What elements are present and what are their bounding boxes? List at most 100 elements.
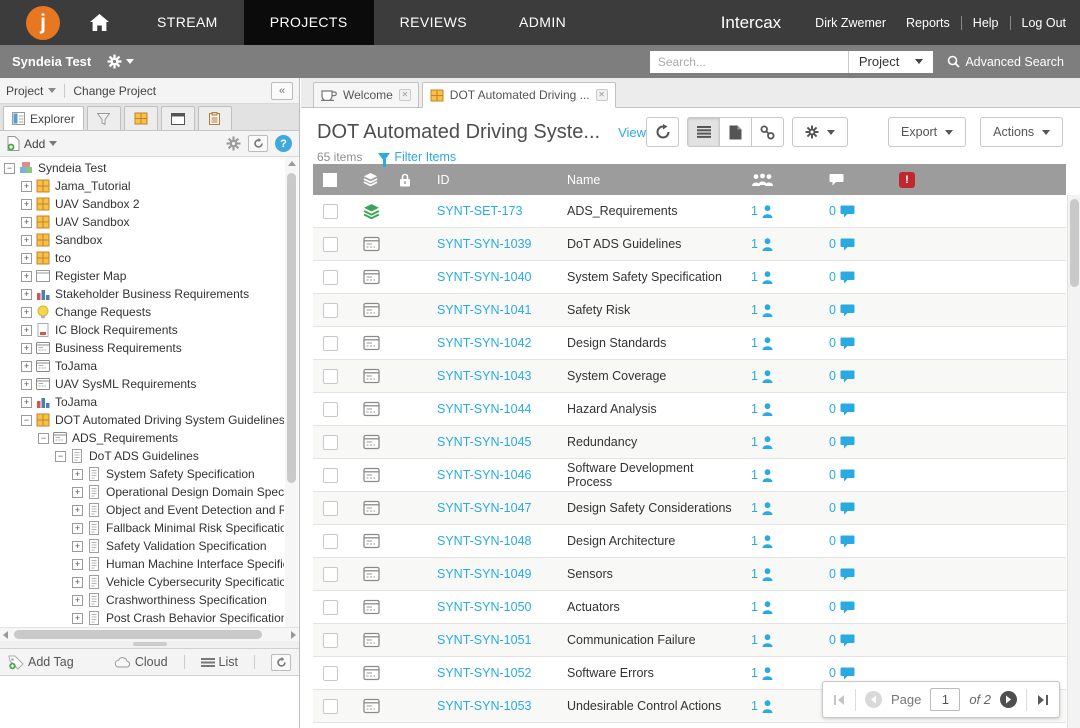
expand-toggle-icon[interactable]: +: [21, 307, 32, 318]
list-view-button[interactable]: List: [201, 655, 238, 669]
alert-column-icon[interactable]: !: [885, 172, 925, 188]
expand-toggle-icon[interactable]: +: [72, 505, 83, 516]
row-checkbox[interactable]: [323, 468, 338, 483]
panel-resize-handle[interactable]: [0, 641, 299, 648]
last-page-button[interactable]: [1036, 694, 1049, 706]
users-count[interactable]: 1: [735, 567, 815, 581]
users-count[interactable]: 1: [735, 699, 815, 713]
users-count[interactable]: 1: [735, 402, 815, 416]
tree-hscroll-thumb[interactable]: [14, 630, 262, 639]
table-row[interactable]: SYNT-SYN-1044Hazard Analysis10: [313, 393, 1066, 426]
expand-toggle-icon[interactable]: +: [72, 559, 83, 570]
comments-count[interactable]: 0: [815, 204, 885, 218]
nav-projects[interactable]: PROJECTS: [244, 0, 374, 45]
comments-count[interactable]: 0: [815, 600, 885, 614]
collapse-toggle-icon[interactable]: −: [21, 415, 32, 426]
expand-toggle-icon[interactable]: +: [72, 613, 83, 624]
jama-logo[interactable]: j: [26, 6, 60, 40]
row-checkbox[interactable]: [323, 534, 338, 549]
tree-item[interactable]: +Register Map: [0, 267, 284, 285]
view-settings-dropdown[interactable]: [792, 117, 848, 147]
help-icon[interactable]: ?: [275, 135, 292, 152]
id-column-header[interactable]: ID: [421, 173, 551, 187]
home-icon[interactable]: [90, 14, 109, 31]
tree-scroll-thumb[interactable]: [287, 173, 296, 483]
expand-toggle-icon[interactable]: +: [21, 289, 32, 300]
comments-count[interactable]: 0: [815, 534, 885, 548]
expand-toggle-icon[interactable]: +: [72, 595, 83, 606]
tree-item[interactable]: +ToJama: [0, 393, 284, 411]
document-view-toggle[interactable]: [719, 117, 752, 147]
help-link[interactable]: Help: [961, 16, 999, 30]
nav-admin[interactable]: ADMIN: [493, 0, 592, 45]
item-type-column-icon[interactable]: [351, 172, 387, 187]
comments-count[interactable]: 0: [815, 633, 885, 647]
filter-items-link[interactable]: Filter Items: [378, 150, 456, 164]
users-count[interactable]: 1: [735, 435, 815, 449]
tree-item[interactable]: +Human Machine Interface Specificatio: [0, 555, 284, 573]
export-dropdown[interactable]: Export: [888, 117, 966, 147]
row-checkbox[interactable]: [323, 237, 338, 252]
collapse-panel-button[interactable]: «: [271, 82, 293, 100]
item-id-link[interactable]: SYNT-SYN-1040: [437, 270, 531, 284]
next-page-button[interactable]: [1000, 691, 1017, 708]
tab-filter[interactable]: [87, 106, 121, 130]
tree-item[interactable]: +Crashworthiness Specification: [0, 591, 284, 609]
item-id-link[interactable]: SYNT-SYN-1045: [437, 435, 531, 449]
tree-item[interactable]: +UAV SysML Requirements: [0, 375, 284, 393]
table-vertical-scrollbar[interactable]: [1067, 195, 1080, 728]
close-tab-icon[interactable]: ✕: [399, 89, 411, 101]
expand-toggle-icon[interactable]: +: [21, 235, 32, 246]
item-id-link[interactable]: SYNT-SYN-1052: [437, 666, 531, 680]
users-count[interactable]: 1: [735, 600, 815, 614]
item-id-link[interactable]: SYNT-SYN-1049: [437, 567, 531, 581]
actions-dropdown[interactable]: Actions: [980, 117, 1063, 147]
comments-count[interactable]: 0: [815, 402, 885, 416]
table-row[interactable]: SYNT-SYN-1050Actuators10: [313, 591, 1066, 624]
list-view-toggle[interactable]: [687, 117, 720, 147]
row-checkbox[interactable]: [323, 699, 338, 714]
expand-toggle-icon[interactable]: +: [21, 199, 32, 210]
users-count[interactable]: 1: [735, 468, 815, 482]
row-checkbox[interactable]: [323, 633, 338, 648]
row-checkbox[interactable]: [323, 567, 338, 582]
users-count[interactable]: 1: [735, 534, 815, 548]
user-menu[interactable]: Dirk Zwemer: [815, 16, 886, 30]
row-checkbox[interactable]: [323, 666, 338, 681]
tree-item[interactable]: +IC Block Requirements: [0, 321, 284, 339]
users-count[interactable]: 1: [735, 369, 815, 383]
expand-toggle-icon[interactable]: +: [72, 541, 83, 552]
row-checkbox[interactable]: [323, 501, 338, 516]
select-all-checkbox[interactable]: [323, 173, 337, 187]
nav-stream[interactable]: STREAM: [131, 0, 244, 45]
lock-column-icon[interactable]: [387, 173, 421, 187]
table-row[interactable]: SYNT-SYN-1046Software Development Proces…: [313, 459, 1066, 492]
comments-count[interactable]: 0: [815, 666, 885, 680]
scroll-left-arrow-icon[interactable]: [3, 631, 8, 639]
tree-horizontal-scrollbar[interactable]: [0, 627, 299, 641]
refresh-tree-icon[interactable]: [248, 135, 268, 152]
item-id-link[interactable]: SYNT-SYN-1041: [437, 303, 531, 317]
comments-count[interactable]: 0: [815, 303, 885, 317]
item-id-link[interactable]: SYNT-SYN-1047: [437, 501, 531, 515]
row-checkbox[interactable]: [323, 402, 338, 417]
table-row[interactable]: SYNT-SYN-1043System Coverage10: [313, 360, 1066, 393]
tab-clipboard[interactable]: [198, 106, 232, 130]
expand-toggle-icon[interactable]: +: [21, 181, 32, 192]
item-id-link[interactable]: SYNT-SYN-1053: [437, 699, 531, 713]
tree-item[interactable]: +Object and Event Detection and Resp: [0, 501, 284, 519]
item-id-link[interactable]: SYNT-SYN-1051: [437, 633, 531, 647]
table-row[interactable]: SYNT-SYN-1048Design Architecture10: [313, 525, 1066, 558]
item-id-link[interactable]: SYNT-SYN-1050: [437, 600, 531, 614]
tree-vertical-scrollbar[interactable]: [285, 157, 298, 627]
advanced-search-link[interactable]: Advanced Search: [947, 55, 1064, 69]
row-checkbox[interactable]: [323, 369, 338, 384]
comments-count[interactable]: 0: [815, 567, 885, 581]
search-scope-dropdown[interactable]: Project: [848, 51, 933, 73]
expand-toggle-icon[interactable]: +: [21, 325, 32, 336]
expand-toggle-icon[interactable]: +: [21, 397, 32, 408]
table-row[interactable]: SYNT-SYN-1042Design Standards10: [313, 327, 1066, 360]
tree-item[interactable]: +Jama_Tutorial: [0, 177, 284, 195]
project-menu[interactable]: Project: [6, 84, 56, 98]
table-row[interactable]: SYNT-SYN-1041Safety Risk10: [313, 294, 1066, 327]
